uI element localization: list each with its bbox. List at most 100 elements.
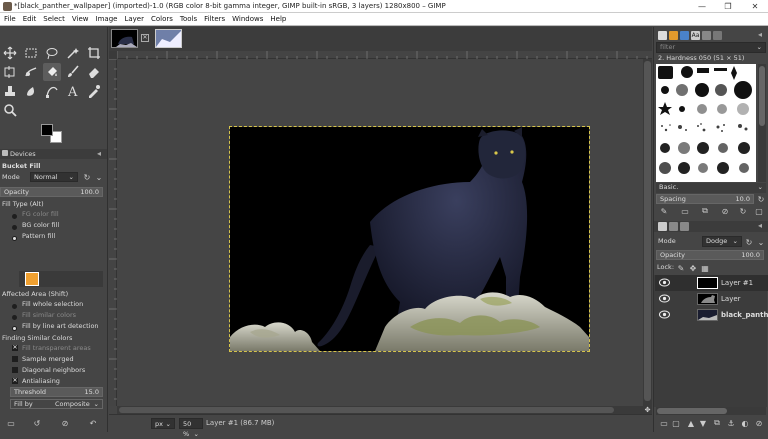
save-preset-icon[interactable]: ▭ <box>4 418 18 428</box>
layer-row[interactable]: Layer #1 <box>655 275 768 291</box>
layers-hscroll-thumb[interactable] <box>657 408 727 414</box>
crop-tool-icon[interactable] <box>85 44 103 62</box>
brush-grid-scrollbar[interactable] <box>758 64 766 182</box>
warp-transform-tool-icon[interactable] <box>22 63 40 81</box>
diagonal-neighbors-label: Diagonal neighbors <box>22 366 86 374</box>
menu-select[interactable]: Select <box>39 13 68 26</box>
ruler-corner[interactable] <box>109 51 117 59</box>
duplicate-brush-icon[interactable]: ⧉ <box>698 206 712 216</box>
delete-brush-icon[interactable]: ⊘ <box>718 206 732 216</box>
menu-layer[interactable]: Layer <box>120 13 147 26</box>
threshold-slider[interactable]: Threshold 15.0 <box>10 387 103 397</box>
layer-row[interactable]: black_panther <box>655 307 768 323</box>
reset-spacing-icon[interactable]: ↻ <box>754 194 768 204</box>
foreground-color-swatch[interactable] <box>41 124 53 136</box>
opacity-slider[interactable]: Opacity 100.0 <box>0 187 103 197</box>
restore-button[interactable]: ❐ <box>716 0 740 13</box>
tab-menu-icon[interactable]: ◂ <box>97 149 101 159</box>
lock-alpha-icon[interactable]: ▦ <box>698 263 712 273</box>
navigate-icon[interactable]: ✥ <box>643 406 652 414</box>
refresh-brushes-icon[interactable]: ↻ <box>736 206 750 216</box>
layer-thumbnail <box>697 309 718 321</box>
layer-mode-select[interactable]: Dodge ⌄ <box>702 236 742 247</box>
zoom-tool-icon[interactable] <box>1 101 19 119</box>
reset-mode-icon[interactable]: ⌄ <box>92 172 106 182</box>
layers-tab-icon[interactable] <box>658 222 667 231</box>
horizontal-scroll-thumb[interactable] <box>119 407 614 413</box>
clone-tool-icon[interactable] <box>1 82 19 100</box>
lasso-tool-icon[interactable] <box>43 44 61 62</box>
images-tab-icon[interactable] <box>713 31 722 40</box>
bucket-fill-tool-icon[interactable] <box>43 63 61 81</box>
horizontal-scrollbar[interactable] <box>117 406 643 414</box>
layer-opacity-slider[interactable]: Opacity 100.0 <box>656 250 764 260</box>
spacing-slider[interactable]: Spacing 10.0 <box>656 194 754 204</box>
new-layer-group-icon[interactable]: ▢ <box>669 418 683 428</box>
menu-edit[interactable]: Edit <box>19 13 40 26</box>
anchor-layer-icon[interactable]: ⚓ <box>724 418 738 428</box>
duplicate-layer-icon[interactable]: ⧉ <box>710 418 724 428</box>
text-tab-icon[interactable]: Aa <box>691 31 700 40</box>
menu-image[interactable]: Image <box>92 13 121 26</box>
delete-preset-icon[interactable]: ⊘ <box>58 418 72 428</box>
menu-file[interactable]: File <box>0 13 19 26</box>
paths-tab-icon[interactable] <box>680 222 689 231</box>
layers-menu-icon[interactable]: ◂ <box>758 221 762 230</box>
fill-by-select[interactable]: Composite ⌄ <box>10 399 103 409</box>
fonts-tab-icon[interactable] <box>680 31 689 40</box>
channels-tab-icon[interactable] <box>669 222 678 231</box>
new-brush-icon[interactable]: ▭ <box>678 206 692 216</box>
layer-mode-reset-icon[interactable]: ⌄ <box>754 237 768 247</box>
brush-tag-select[interactable]: Basic. ⌄ <box>656 183 766 193</box>
brush-grid[interactable] <box>656 64 756 182</box>
layer-row[interactable]: Layer <box>655 291 768 307</box>
brush-grid-scroll-thumb[interactable] <box>759 66 765 126</box>
image-tab-thumbnail-1[interactable] <box>111 29 138 48</box>
menu-help[interactable]: Help <box>266 13 289 26</box>
vertical-scroll-thumb[interactable] <box>644 61 651 401</box>
lower-layer-icon[interactable]: ▼ <box>696 418 710 428</box>
pattern-preview[interactable] <box>25 272 39 286</box>
menu-filters[interactable]: Filters <box>200 13 228 26</box>
image-tab-thumbnail-2[interactable] <box>155 29 182 48</box>
unified-transform-tool-icon[interactable] <box>1 63 19 81</box>
menu-view[interactable]: View <box>68 13 92 26</box>
vertical-scrollbar[interactable] <box>643 59 652 406</box>
rect-select-tool-icon[interactable] <box>22 44 40 62</box>
visibility-eye-icon[interactable] <box>659 278 670 287</box>
image-canvas[interactable] <box>229 126 590 352</box>
smudge-tool-icon[interactable] <box>22 82 40 100</box>
restore-preset-icon[interactable]: ↺ <box>30 418 44 428</box>
text-tool-icon[interactable]: A <box>64 82 82 100</box>
panel-menu-icon[interactable]: ◂ <box>758 30 762 39</box>
fuzzy-select-tool-icon[interactable] <box>64 44 82 62</box>
layers-hscrollbar[interactable] <box>656 407 766 415</box>
menu-colors[interactable]: Colors <box>147 13 176 26</box>
tool-options-title: Bucket Fill <box>2 162 41 170</box>
brushes-tab-icon[interactable] <box>658 31 667 40</box>
minimize-button[interactable]: — <box>690 0 714 13</box>
edit-brush-icon[interactable]: ✎ <box>657 206 671 216</box>
layer-mask-icon[interactable]: ◐ <box>738 418 752 428</box>
open-brush-as-image-icon[interactable]: ▢ <box>752 206 766 216</box>
mode-select[interactable]: Normal ⌄ <box>30 172 78 182</box>
paths-tool-icon[interactable] <box>43 82 61 100</box>
zoom-select[interactable]: 50 % ⌄ <box>179 418 203 438</box>
color-picker-tool-icon[interactable] <box>85 82 103 100</box>
tab-devices[interactable]: Devices <box>10 149 36 159</box>
paintbrush-tool-icon[interactable] <box>64 63 82 81</box>
eraser-tool-icon[interactable] <box>85 63 103 81</box>
close-tab-icon[interactable]: ✕ <box>141 34 149 42</box>
visibility-eye-icon[interactable] <box>659 294 670 303</box>
brush-filter-input[interactable]: filter ⌄ <box>656 42 766 53</box>
reset-tool-icon[interactable]: ↶ <box>86 418 100 428</box>
delete-layer-icon[interactable]: ⊘ <box>752 418 766 428</box>
move-tool-icon[interactable] <box>1 44 19 62</box>
menu-tools[interactable]: Tools <box>176 13 200 26</box>
visibility-eye-icon[interactable] <box>659 310 670 319</box>
patterns-tab-icon[interactable] <box>669 31 678 40</box>
document-history-icon[interactable] <box>702 31 711 40</box>
menu-windows[interactable]: Windows <box>228 13 266 26</box>
close-button[interactable]: ✕ <box>743 0 767 13</box>
unit-select[interactable]: px ⌄ <box>151 418 175 429</box>
